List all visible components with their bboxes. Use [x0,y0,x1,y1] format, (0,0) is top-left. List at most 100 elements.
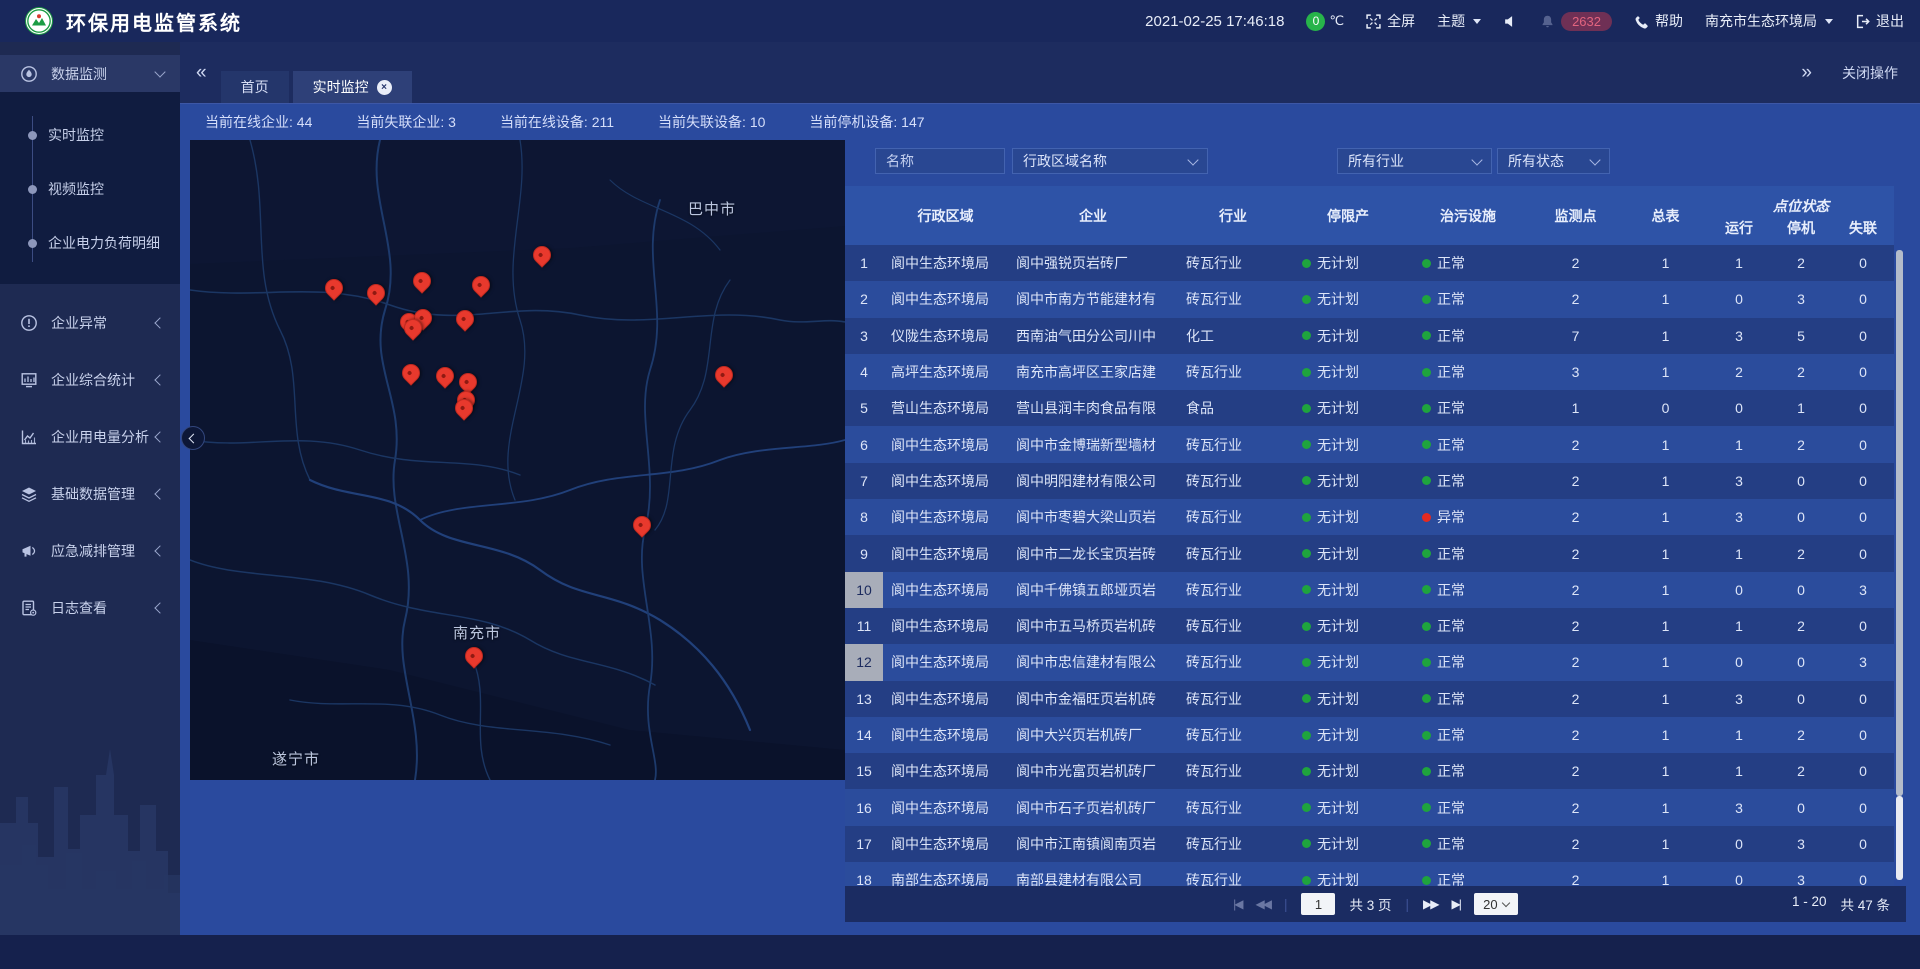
table-row[interactable]: 18南部生态环境局南部县建材有限公司砖瓦行业无计划正常21030 [845,862,1894,886]
table-row[interactable]: 1阆中生态环境局阆中强锐页岩砖厂砖瓦行业无计划正常21120 [845,245,1894,281]
logout-button[interactable]: 退出 [1855,11,1904,31]
cell-company: 阆中市五马桥页岩机砖 [1008,608,1178,644]
close-operations-button[interactable]: 关闭操作 [1842,63,1898,83]
sidebar-item-label: 企业用电量分析 [51,427,156,447]
table-row[interactable]: 12阆中生态环境局阆中市忠信建材有限公砖瓦行业无计划正常21003 [845,644,1894,680]
scrollbar-thumb[interactable] [1896,250,1903,796]
tab-实时监控[interactable]: 实时监控× [293,71,412,103]
tabs-scroll-left-icon[interactable]: « [196,62,207,84]
sidebar-item-power-analysis[interactable]: 企业用电量分析 [0,418,180,455]
tab-首页[interactable]: 首页 [221,71,289,103]
close-icon[interactable]: × [377,80,392,95]
table-row[interactable]: 14阆中生态环境局阆中大兴页岩机砖厂砖瓦行业无计划正常21120 [845,717,1894,753]
notification-count: 2632 [1561,12,1612,31]
sidebar-item-log-view[interactable]: 日志查看 [0,589,180,626]
cell-total-meters: 1 [1623,318,1708,354]
table-row[interactable]: 6阆中生态环境局阆中市金博瑞新型墙材砖瓦行业无计划正常21120 [845,426,1894,462]
table-row[interactable]: 16阆中生态环境局阆中市石子页岩机砖厂砖瓦行业无计划正常21300 [845,789,1894,825]
cell-stopped: 2 [1770,535,1832,571]
sidebar-item-data-monitor[interactable]: 数据监测 [0,55,180,92]
help-button[interactable]: 帮助 [1634,11,1683,31]
status-filter-select[interactable]: 所有状态 [1497,148,1610,174]
status-dot-green [1422,404,1431,413]
table-row[interactable]: 9阆中生态环境局阆中市二龙长宝页岩砖砖瓦行业无计划正常21120 [845,535,1894,571]
table-row[interactable]: 4高坪生态环境局南充市高坪区王家店建砖瓦行业无计划正常31220 [845,354,1894,390]
sidebar-item-label: 数据监测 [51,64,156,84]
cell-industry: 砖瓦行业 [1178,644,1288,680]
theme-dropdown[interactable]: 主题 [1437,11,1481,31]
status-dot-green [1422,876,1431,885]
sidebar-item-label: 基础数据管理 [51,484,156,504]
sidebar-item-emergency-reduction[interactable]: 应急减排管理 [0,532,180,569]
industry-filter-select[interactable]: 所有行业 [1337,148,1492,174]
prev-page-button[interactable]: ◀◀ [1256,897,1270,911]
cell-total-meters: 1 [1623,245,1708,281]
sidebar: 数据监测实时监控视频监控企业电力负荷明细企业异常企业综合统计企业用电量分析基础数… [0,42,180,935]
chevron-left-icon [154,431,165,442]
cell-stopped: 2 [1770,245,1832,281]
cell-disconnected: 0 [1832,245,1894,281]
cell-pollution-facility: 正常 [1408,354,1528,390]
cell-company: 阆中强锐页岩砖厂 [1008,245,1178,281]
last-page-button[interactable]: ▶| [1451,897,1459,911]
cell-monitor-points: 7 [1528,318,1623,354]
next-page-button[interactable]: ▶▶ [1423,897,1437,911]
fullscreen-button[interactable]: 全屏 [1366,11,1415,31]
table-row[interactable]: 10阆中生态环境局阆中千佛镇五郎垭页岩砖瓦行业无计划正常21003 [845,572,1894,608]
tabs-scroll-right-icon[interactable]: » [1801,62,1812,84]
sidebar-item-realtime-monitor[interactable]: 实时监控 [0,108,180,162]
cell-running: 0 [1708,572,1770,608]
sidebar-item-video-monitor[interactable]: 视频监控 [0,162,180,216]
cell-disconnected: 0 [1832,281,1894,317]
table-row[interactable]: 17阆中生态环境局阆中市江南镇阆南页岩砖瓦行业无计划正常21030 [845,826,1894,862]
cell-company: 阆中市金博瑞新型墙材 [1008,426,1178,462]
org-dropdown[interactable]: 南充市生态环境局 [1705,11,1833,31]
sidebar-submenu: 实时监控视频监控企业电力负荷明细 [0,92,180,284]
region-filter-select[interactable]: 行政区域名称 [1012,148,1208,174]
map-panel[interactable]: 巴中市南充市遂宁市 [190,140,845,780]
sidebar-item-base-data[interactable]: 基础数据管理 [0,475,180,512]
name-filter-input[interactable] [875,148,1005,174]
status-dot-green [1422,295,1431,304]
row-index: 5 [845,390,883,426]
page-number-input[interactable]: 1 [1301,893,1335,915]
base-data-icon [20,485,38,503]
cell-industry: 砖瓦行业 [1178,608,1288,644]
table-row[interactable]: 15阆中生态环境局阆中市光富页岩机砖厂砖瓦行业无计划正常21120 [845,753,1894,789]
table-row[interactable]: 11阆中生态环境局阆中市五马桥页岩机砖砖瓦行业无计划正常21120 [845,608,1894,644]
cell-production-limit: 无计划 [1288,318,1408,354]
stats-bar: 当前在线企业: 44当前失联企业: 3当前在线设备: 211当前失联设备: 10… [180,104,1920,140]
cell-industry: 砖瓦行业 [1178,535,1288,571]
table-row[interactable]: 7阆中生态环境局阆中明阳建材有限公司砖瓦行业无计划正常21300 [845,463,1894,499]
table-row[interactable]: 8阆中生态环境局阆中市枣碧大梁山页岩砖瓦行业无计划异常21300 [845,499,1894,535]
table-row[interactable]: 13阆中生态环境局阆中市金福旺页岩机砖砖瓦行业无计划正常21300 [845,681,1894,717]
map-collapse-button[interactable] [181,426,205,450]
chevron-left-icon [188,433,198,443]
sidebar-item-enterprise-abnormal[interactable]: 企业异常 [0,304,180,341]
cell-monitor-points: 2 [1528,717,1623,753]
scrollbar-track[interactable] [1896,796,1903,880]
table-row[interactable]: 2阆中生态环境局阆中市南方节能建材有砖瓦行业无计划正常21030 [845,281,1894,317]
cell-company: 营山县润丰肉食品有限 [1008,390,1178,426]
first-page-button[interactable]: |◀ [1233,897,1241,911]
notification-bell[interactable]: 2632 [1540,12,1612,31]
range-label: 1 - 20 [1792,894,1827,914]
cell-stopped: 0 [1770,499,1832,535]
sidebar-item-power-load-detail[interactable]: 企业电力负荷明细 [0,216,180,270]
table-row[interactable]: 5营山生态环境局营山县润丰肉食品有限食品无计划正常10010 [845,390,1894,426]
cell-disconnected: 0 [1832,499,1894,535]
record-range: 1 - 20 共 47 条 [1792,894,1890,914]
cell-pollution-facility: 正常 [1408,789,1528,825]
table-row[interactable]: 3仪陇生态环境局西南油气田分公司川中化工无计划正常71350 [845,318,1894,354]
mute-icon[interactable] [1503,14,1518,29]
status-filter-label: 所有状态 [1508,151,1591,171]
cell-industry: 食品 [1178,390,1288,426]
cell-production-limit: 无计划 [1288,463,1408,499]
chevron-down-icon [1589,154,1600,165]
cell-total-meters: 1 [1623,281,1708,317]
cell-company: 南充市高坪区王家店建 [1008,354,1178,390]
page-size-select[interactable]: 20 [1474,893,1518,915]
sidebar-item-enterprise-statistics[interactable]: 企业综合统计 [0,361,180,398]
total-pages-label: 共 3 页 [1349,894,1391,914]
cell-region: 阆中生态环境局 [883,281,1008,317]
